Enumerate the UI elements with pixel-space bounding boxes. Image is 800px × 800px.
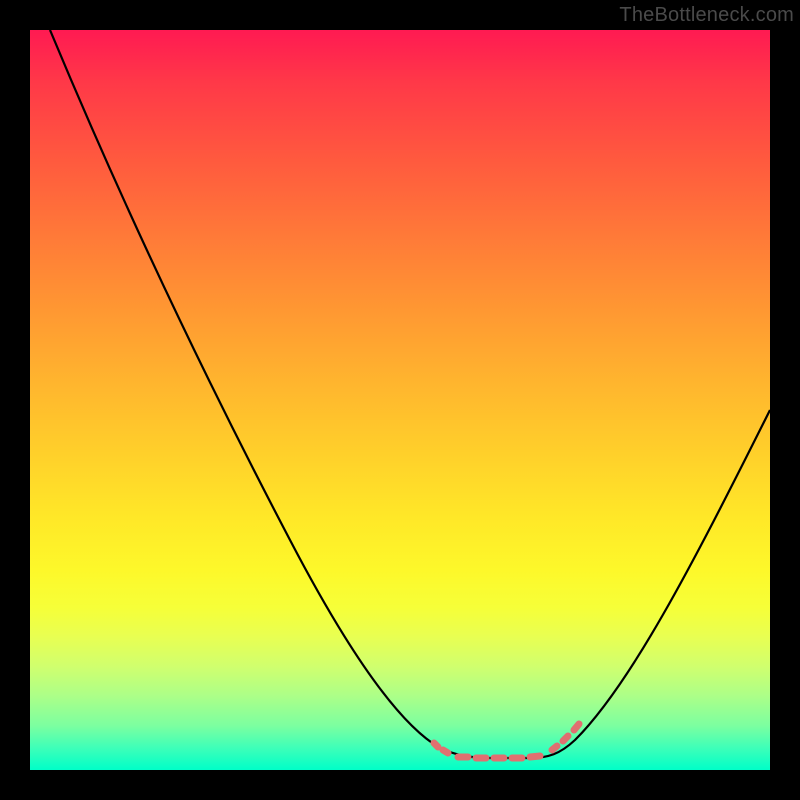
chart-svg xyxy=(30,30,770,770)
plot-area xyxy=(30,30,770,770)
bottleneck-curve-path xyxy=(50,30,770,758)
chart-container: TheBottleneck.com xyxy=(0,0,800,800)
watermark-text: TheBottleneck.com xyxy=(619,4,794,27)
